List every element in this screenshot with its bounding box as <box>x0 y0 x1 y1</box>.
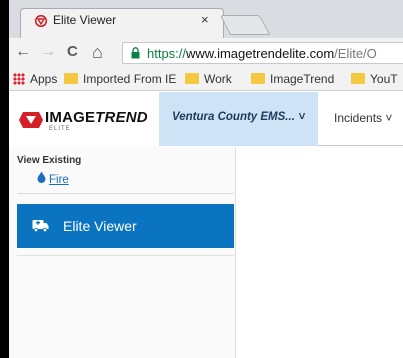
agency-label: Ventura County EMS... ˅ <box>172 111 305 123</box>
logo-text-italic: TREND <box>95 109 148 126</box>
reload-icon[interactable]: C <box>67 42 78 62</box>
bookmark-label: YouT <box>370 72 398 86</box>
back-arrow-icon[interactable]: ← <box>15 42 31 62</box>
main-content <box>237 147 403 358</box>
imagetrend-favicon-icon <box>35 15 47 27</box>
lock-icon <box>131 47 140 59</box>
agency-dropdown[interactable]: Ventura County EMS... ˅ <box>159 92 318 146</box>
browser-window: Elite Viewer × ← → C ⌂ https://www.image… <box>9 0 403 358</box>
tab-close-icon[interactable]: × <box>201 12 209 27</box>
logo-text-main: IMAGE <box>45 109 96 126</box>
incidents-menu[interactable]: Incidents ˅ <box>318 92 403 146</box>
folder-icon <box>64 73 78 84</box>
view-existing-heading: View Existing <box>17 155 82 166</box>
folder-icon <box>251 73 265 84</box>
bookmark-youtube[interactable]: YouT <box>351 72 398 86</box>
app-header: IMAGETREND ELITE Ventura County EMS... ˅… <box>9 92 403 146</box>
url-text: https://www.imagetrendelite.com/Elite/O <box>147 46 377 61</box>
bookmark-imagetrend[interactable]: ImageTrend <box>251 72 334 86</box>
tab-title: Elite Viewer <box>53 13 117 27</box>
bookmark-label: Work <box>204 72 232 86</box>
address-bar[interactable]: https://www.imagetrendelite.com/Elite/O <box>122 42 403 64</box>
url-path: /Elite/O <box>334 46 377 61</box>
home-icon[interactable]: ⌂ <box>92 42 103 62</box>
incidents-label: Incidents ˅ <box>334 111 393 125</box>
divider <box>17 193 234 194</box>
bookmark-label: Apps <box>30 72 58 86</box>
bookmark-work[interactable]: Work <box>185 72 232 86</box>
bookmarks-bar: Apps Imported From IE Work ImageTrend Yo… <box>9 67 403 91</box>
browser-tab[interactable] <box>20 8 224 38</box>
browser-toolbar: ← → C ⌂ https://www.imagetrendelite.com/… <box>9 38 403 67</box>
forward-arrow-icon[interactable]: → <box>40 42 56 62</box>
elite-viewer-button[interactable]: Elite Viewer <box>17 204 234 248</box>
ambulance-icon <box>32 220 49 232</box>
fire-drop-icon <box>37 171 46 183</box>
fire-link[interactable]: Fire <box>49 174 69 186</box>
apps-grid-icon <box>13 73 25 85</box>
folder-icon <box>351 73 365 84</box>
bookmark-imported-from-ie[interactable]: Imported From IE <box>64 72 176 86</box>
folder-icon <box>185 73 199 84</box>
new-tab-button[interactable] <box>219 15 271 35</box>
sidebar: View Existing Fire Elite Viewer <box>9 147 236 358</box>
logo-subtitle: ELITE <box>49 126 71 132</box>
bookmark-label: Imported From IE <box>83 72 177 86</box>
bookmark-label: ImageTrend <box>270 72 335 86</box>
elite-viewer-label: Elite Viewer <box>63 218 137 234</box>
logo-text: IMAGETREND <box>45 109 148 126</box>
divider <box>17 255 234 256</box>
imagetrend-logo[interactable]: IMAGETREND ELITE <box>9 92 159 146</box>
url-protocol: https:// <box>147 46 187 61</box>
url-host: www.imagetrendelite.com <box>186 46 335 61</box>
bookmark-apps[interactable]: Apps <box>13 72 57 86</box>
imagetrend-logo-icon <box>19 112 43 128</box>
tab-strip: Elite Viewer × <box>9 0 403 38</box>
